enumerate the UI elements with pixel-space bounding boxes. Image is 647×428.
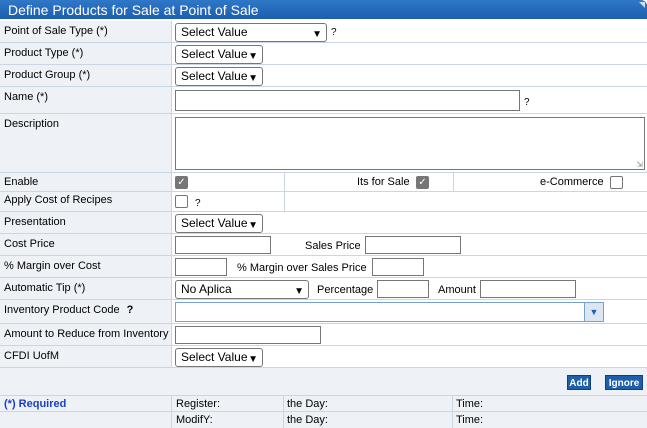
- product-type-label: Product Type (*): [0, 43, 172, 64]
- modify-day-label: the Day:: [287, 414, 328, 426]
- modify-time-label: Time:: [456, 414, 484, 426]
- margin-cost-input[interactable]: [175, 258, 227, 276]
- row-automatic-tip: Automatic Tip (*) No Aplica ▼ Percentage …: [0, 278, 647, 300]
- apply-cost-label: Apply Cost of Recipes: [0, 192, 172, 211]
- footer-register-row: (*) Required Register: the Day: Time:: [0, 396, 647, 412]
- name-input[interactable]: [175, 90, 520, 111]
- row-product-group: Product Group (*) Select Value ▼: [0, 65, 647, 87]
- row-apply-cost: Apply Cost of Recipes ?: [0, 192, 647, 212]
- divider: [283, 412, 284, 428]
- description-label: Description: [0, 114, 172, 172]
- chevron-down-icon[interactable]: ▼: [584, 303, 603, 321]
- enable-label: Enable: [0, 173, 172, 191]
- row-margins: % Margin over Cost % Margin over Sales P…: [0, 256, 647, 278]
- ignore-button[interactable]: Ignore: [605, 375, 643, 390]
- divider: [283, 396, 284, 411]
- modify-label: ModifY:: [176, 414, 213, 426]
- presentation-select[interactable]: Select Value ▼: [175, 214, 263, 233]
- presentation-label: Presentation: [0, 212, 172, 233]
- window-title: Define Products for Sale at Point of Sal…: [8, 2, 259, 18]
- row-name: Name (*) ?: [0, 87, 647, 114]
- product-group-label: Product Group (*): [0, 65, 172, 86]
- divider: [452, 412, 453, 428]
- product-group-select[interactable]: Select Value ▼: [175, 67, 263, 86]
- cost-price-input[interactable]: [175, 236, 271, 254]
- amount-input[interactable]: [480, 280, 576, 298]
- chevron-down-icon: ▼: [312, 29, 322, 40]
- chevron-down-icon: ▼: [248, 73, 258, 84]
- enable-checkbox[interactable]: ✓: [175, 176, 188, 189]
- cfdi-uofm-label: CFDI UofM: [0, 346, 172, 367]
- sales-price-input[interactable]: [365, 236, 461, 254]
- sales-price-label: Sales Price: [305, 240, 361, 252]
- inventory-code-combobox[interactable]: ▼: [175, 302, 604, 322]
- row-point-of-sale-type: Point of Sale Type (*) Select Value ▼ ?: [0, 21, 647, 43]
- help-icon[interactable]: ?: [524, 97, 530, 108]
- percentage-input[interactable]: [377, 280, 429, 298]
- row-enable: Enable ✓ Its for Sale ✓ e-Commerce: [0, 173, 647, 192]
- point-of-sale-type-label: Point of Sale Type (*): [0, 21, 172, 42]
- margin-cost-label: % Margin over Cost: [0, 256, 172, 277]
- row-description: Description ⇲: [0, 114, 647, 173]
- define-products-form: Define Products for Sale at Point of Sal…: [0, 0, 647, 428]
- button-bar: Add Ignore: [0, 368, 647, 396]
- cfdi-uofm-select[interactable]: Select Value ▼: [175, 348, 263, 367]
- footer-modify-row: ModifY: the Day: Time:: [0, 412, 647, 428]
- inventory-code-label: Inventory Product Code ?: [0, 300, 172, 323]
- divider: [284, 192, 285, 211]
- name-label: Name (*): [0, 87, 172, 113]
- help-icon[interactable]: ?: [331, 27, 337, 38]
- required-note: (*) Required: [4, 398, 67, 410]
- corner-icon: [639, 2, 645, 8]
- automatic-tip-label: Automatic Tip (*): [0, 278, 172, 299]
- divider: [452, 396, 453, 411]
- row-cost-price: Cost Price Sales Price: [0, 234, 647, 256]
- divider: [453, 173, 454, 191]
- help-icon[interactable]: ?: [127, 304, 134, 316]
- help-icon[interactable]: ?: [195, 198, 201, 209]
- product-type-select[interactable]: Select Value ▼: [175, 45, 263, 64]
- cost-price-label: Cost Price: [0, 234, 172, 255]
- margin-sales-input[interactable]: [372, 258, 424, 276]
- register-day-label: the Day:: [287, 398, 328, 410]
- resize-handle-icon[interactable]: ⇲: [636, 160, 643, 169]
- chevron-down-icon: ▼: [294, 286, 304, 297]
- amount-reduce-label: Amount to Reduce from Inventory: [0, 324, 172, 345]
- its-for-sale-checkbox[interactable]: ✓: [416, 176, 429, 189]
- row-cfdi-uofm: CFDI UofM Select Value ▼: [0, 346, 647, 368]
- add-button[interactable]: Add: [567, 375, 591, 390]
- window-title-bar: Define Products for Sale at Point of Sal…: [0, 0, 647, 19]
- its-for-sale-label: Its for Sale: [357, 176, 410, 188]
- ecommerce-label: e-Commerce: [540, 176, 604, 188]
- divider: [171, 396, 172, 411]
- chevron-down-icon: ▼: [248, 51, 258, 62]
- divider: [284, 173, 285, 191]
- apply-cost-checkbox[interactable]: [175, 195, 188, 208]
- description-textarea[interactable]: ⇲: [175, 117, 645, 170]
- row-product-type: Product Type (*) Select Value ▼: [0, 43, 647, 65]
- chevron-down-icon: ▼: [248, 220, 258, 231]
- register-time-label: Time:: [456, 398, 484, 410]
- ecommerce-checkbox[interactable]: [610, 176, 623, 189]
- point-of-sale-type-select[interactable]: Select Value ▼: [175, 23, 327, 42]
- register-label: Register:: [176, 398, 221, 410]
- margin-sales-label: % Margin over Sales Price: [237, 262, 367, 274]
- automatic-tip-select[interactable]: No Aplica ▼: [175, 280, 309, 299]
- row-amount-reduce: Amount to Reduce from Inventory: [0, 324, 647, 346]
- amount-label: Amount: [438, 284, 476, 296]
- amount-reduce-input[interactable]: [175, 326, 321, 344]
- chevron-down-icon: ▼: [248, 354, 258, 365]
- percentage-label: Percentage: [317, 284, 374, 296]
- row-presentation: Presentation Select Value ▼: [0, 212, 647, 234]
- divider: [171, 412, 172, 428]
- row-inventory-code: Inventory Product Code ? ▼: [0, 300, 647, 324]
